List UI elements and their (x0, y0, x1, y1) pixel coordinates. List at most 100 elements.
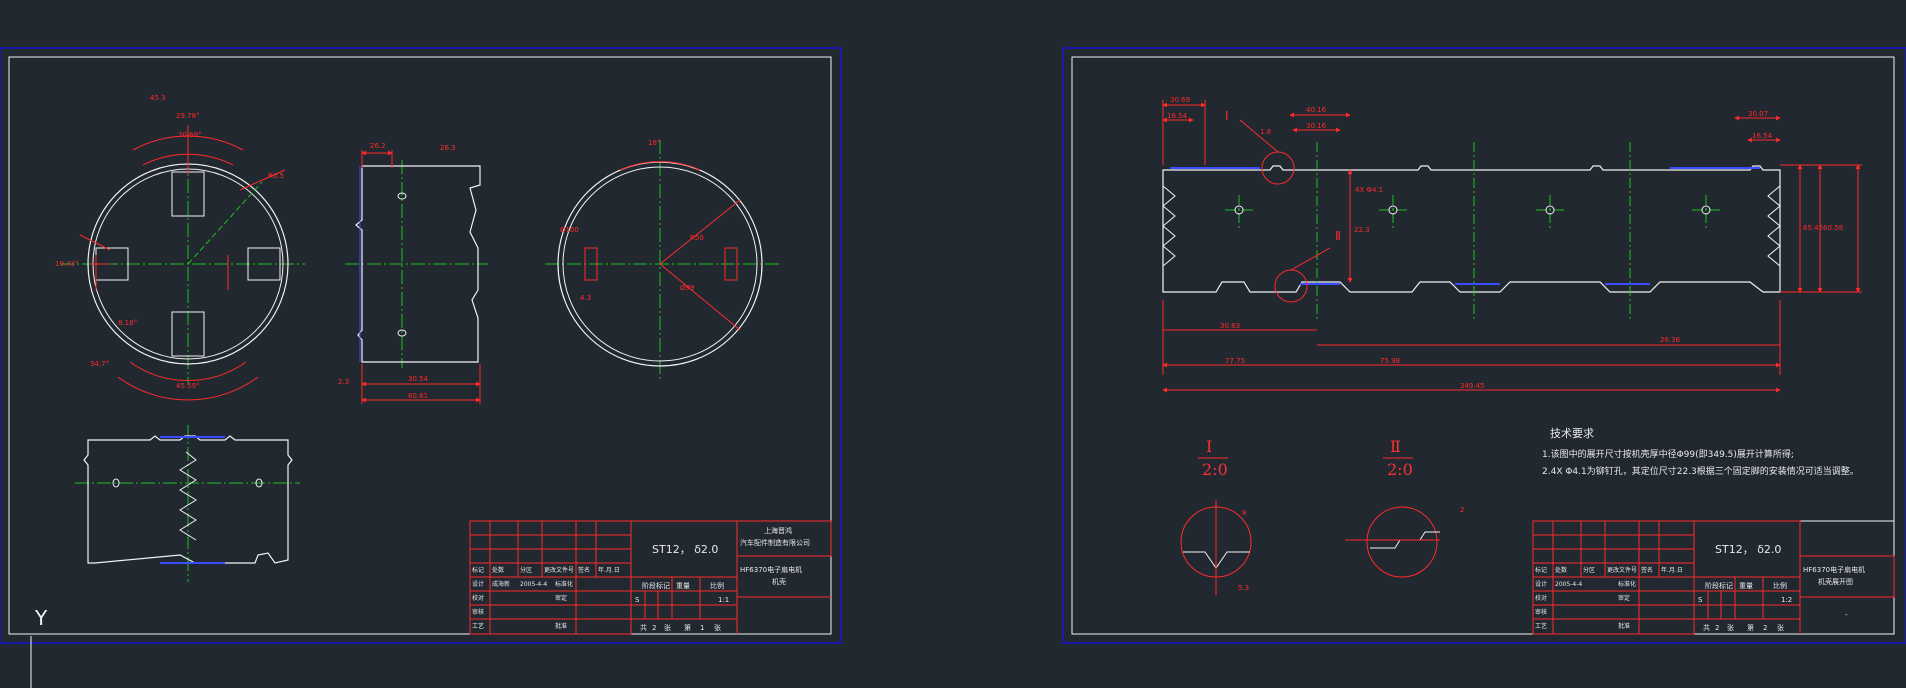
ucs-icon: Y (30, 606, 48, 688)
fp-dim-6: 16.54 (1752, 132, 1773, 140)
tb2-role-1: 校对 (1535, 594, 1547, 602)
tb1-val-0: 成海新 (492, 580, 510, 588)
tb2-sheet-0: 共 (1703, 623, 1710, 632)
fp-dim-11: 77.75 (1225, 357, 1245, 365)
dim-bottom-left: 34.7° (90, 360, 109, 368)
tb1-val-4: 批准 (555, 622, 567, 630)
tb2-rev-h3: 更改文件号 (1607, 566, 1637, 574)
tb1-sheet-3: 第 (684, 623, 691, 632)
fp-dim-10: 60.58 (1823, 224, 1843, 232)
sheet1-dim-2: 45.3 (150, 94, 166, 102)
tb1-rev-h5: 年.月.日 (598, 566, 620, 574)
detail-dim-3: 5.3 (1238, 584, 1249, 592)
tb2-val-3: 批准 (1618, 622, 1630, 630)
tech-req-title: 技术要求 (1550, 427, 1594, 440)
dim-left-small: 8.18° (118, 319, 137, 327)
tb2-rev-h5: 年.月.日 (1661, 566, 1683, 574)
tb2-val-1: 标准化 (1618, 580, 1636, 588)
detail-2-scale: 2:0 (1387, 460, 1413, 479)
tb1-spec: ST12， δ2.0 (652, 543, 718, 556)
title-block-2: 标记 处数 分区 更改文件号 签名 年.月.日 设计 校对 审核 工艺 2005… (1532, 520, 1895, 635)
tb1-scale: 1:1 (718, 596, 729, 604)
tb1-stage-mark: S (635, 596, 640, 604)
dim-side-total: 60.61 (408, 392, 428, 400)
detail-1-scale: 2:0 (1202, 460, 1228, 479)
fp-dim-14: 349.45 (1460, 382, 1485, 390)
rear-circle-view: 18° R50 Ø99 (545, 139, 780, 380)
tb1-val-1: 2005-4-4 (520, 581, 547, 588)
detail-dim-1: 8 (1242, 509, 1246, 517)
cad-drawing-canvas[interactable]: 29.78° 30.69° 19.43° 34.7° 45.59° 8.18° … (0, 0, 1906, 688)
tb2-stage-0: 阶段标记 (1705, 581, 1733, 590)
tb2-part-2: 机壳展开图 (1818, 577, 1853, 586)
sheet-2: Ⅰ Ⅱ 30.69 16.54 40.16 30.16 1.8 30.07 16… (1062, 47, 1906, 644)
tech-req-item-1: 1.该图中的展开尺寸按机壳厚中径Φ99(即349.5)展开计算所得; (1542, 448, 1794, 460)
tb1-sheet-5: 张 (714, 623, 721, 632)
fp-dim-9: 65.45 (1803, 224, 1823, 232)
tb1-stage-0: 阶段标记 (642, 581, 670, 590)
dim-rear-angle: 18° (648, 139, 660, 147)
tech-req-item-2: 2.4X Φ4.1为铆钉孔，其定位尺寸22.3根据三个固定脚的安装情况可适当调整… (1542, 465, 1859, 477)
fp-dim-2: 40.16 (1306, 106, 1327, 114)
tb2-scale: 1:2 (1781, 596, 1792, 604)
tb2-stage-mark: S (1698, 596, 1703, 604)
sheet1-dim-16: Ø100 (560, 226, 579, 234)
tb2-rev-h2: 分区 (1583, 566, 1595, 574)
tb2-rev-h4: 签名 (1641, 566, 1653, 574)
dim-left-angle: 19.43° (55, 260, 79, 268)
fp-dim-8: 22.3 (1354, 226, 1370, 234)
fp-dim-12: 75.98 (1380, 357, 1400, 365)
dim-angle-top-inner: 30.69° (178, 131, 202, 139)
dim-side-left: 2.3 (338, 378, 349, 386)
detail-views: Ⅰ 2:0 Ⅱ 2:0 8 2 5.3 (1180, 437, 1464, 595)
tb1-company-2: 汽车配件制造有限公司 (740, 538, 810, 547)
dim-side-width: 30.54 (408, 375, 429, 383)
dim-side-top: 26.2 (370, 142, 386, 150)
tb1-val-2: 标准化 (555, 580, 573, 588)
tb2-role-2: 审核 (1535, 608, 1547, 616)
detail-2-label: Ⅱ (1390, 437, 1401, 456)
tb2-spec: ST12， δ2.0 (1715, 543, 1781, 556)
tb1-part-1: HF6370电子扇电机 (740, 565, 802, 574)
fp-dim-7: 4X Φ4.1 (1355, 186, 1383, 194)
fp-dim-5: 30.07 (1748, 110, 1768, 118)
tb1-sheet-4: 1 (700, 624, 704, 632)
tb2-sheet-1: 2 (1715, 624, 1719, 632)
tb2-role-0: 设计 (1535, 580, 1547, 588)
tb2-rev-h1: 处数 (1555, 566, 1567, 574)
sheet1-dim-17: 4.3 (580, 294, 591, 302)
detail-1-label: Ⅰ (1206, 437, 1212, 456)
tb1-val-3: 审定 (555, 594, 567, 602)
tb1-sheet-0: 共 (640, 623, 647, 632)
tb1-role-3: 工艺 (472, 622, 484, 630)
tb1-role-0: 设计 (472, 580, 484, 588)
side-view: 26.2 30.54 60.61 2.3 (338, 142, 488, 404)
tb1-role-1: 校对 (472, 594, 484, 602)
tb2-sheet-2: 张 (1727, 623, 1734, 632)
tb2-val-0: 2005-4-4 (1555, 581, 1582, 588)
tb2-stage-2: 比例 (1773, 581, 1787, 590)
fp-dim-3: 30.16 (1306, 122, 1327, 130)
sheet1-dim-9: 26.3 (440, 144, 456, 152)
front-circle-view: 29.78° 30.69° 19.43° 34.7° 45.59° 8.18° … (55, 112, 305, 401)
tb1-sheet-1: 2 (652, 624, 656, 632)
dim-rear-r: R50 (690, 234, 704, 242)
tb1-company-1: 上海晋鸿 (764, 526, 792, 535)
callout-2: Ⅱ (1335, 229, 1341, 243)
tb1-part-2: 机壳 (772, 577, 786, 586)
tb2-bottom-mark: - (1845, 611, 1848, 619)
dim-radius: R0.5 (268, 172, 284, 180)
tech-requirements: 技术要求 1.该图中的展开尺寸按机壳厚中径Φ99(即349.5)展开计算所得; … (1542, 427, 1859, 477)
tb2-stage-1: 重量 (1739, 582, 1753, 590)
callout-1: Ⅰ (1225, 109, 1229, 123)
tb2-sheet-4: 2 (1763, 624, 1767, 632)
tb1-role-2: 审核 (472, 608, 484, 616)
svg-text:Y: Y (34, 606, 48, 630)
tb1-stage-2: 比例 (710, 581, 724, 590)
tb1-rev-h4: 签名 (578, 566, 590, 574)
tb2-val-2: 审定 (1618, 594, 1630, 602)
fp-dim-0: 30.69 (1170, 96, 1190, 104)
dim-bottom-angle: 45.59° (176, 382, 200, 390)
flat-pattern-view: Ⅰ Ⅱ 30.69 16.54 40.16 30.16 1.8 30.07 16… (1162, 96, 1862, 393)
tb2-sheet-5: 张 (1777, 623, 1784, 632)
